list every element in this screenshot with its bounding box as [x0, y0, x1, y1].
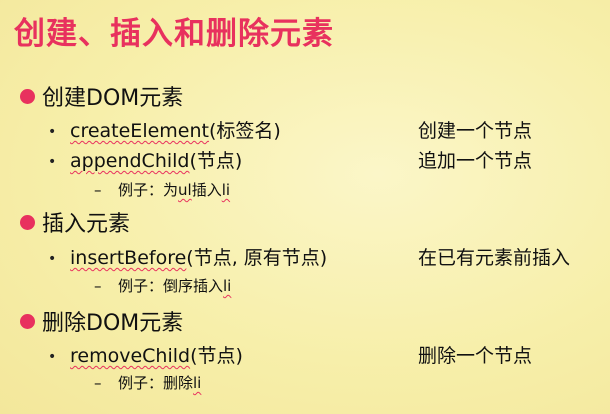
example-code-li: li — [193, 374, 202, 392]
method-description: 删除一个节点 — [418, 345, 533, 367]
section-heading-remove: 删除DOM元素 — [20, 305, 183, 337]
method-name: createElement — [70, 120, 209, 142]
example-text: 例子：倒序插入 — [118, 277, 224, 295]
example-dash: – — [94, 181, 102, 199]
example-dash: – — [94, 374, 102, 392]
example-code-li: li — [223, 277, 232, 295]
example-code-ul: ul — [178, 181, 192, 199]
section-heading-text: 创建DOM元素 — [42, 86, 184, 111]
section-heading-create: 创建DOM元素 — [20, 80, 183, 112]
section-heading-text: 插入元素 — [42, 212, 131, 237]
example-remove-li: – 例子：删除li — [94, 372, 201, 393]
method-args: (节点) — [189, 150, 243, 172]
example-text: 例子：删除 — [118, 374, 194, 392]
section-heading-text: 删除DOM元素 — [42, 311, 184, 336]
section-heading-insert: 插入元素 — [20, 206, 130, 238]
example-dash: – — [94, 277, 102, 295]
method-description: 在已有元素前插入 — [418, 247, 571, 269]
method-args: (标签名) — [208, 120, 281, 142]
example-reverse-insert: – 例子：倒序插入li — [94, 275, 231, 296]
bullet-icon: • — [48, 348, 57, 365]
bullet-dot-icon — [20, 88, 35, 104]
list-item-append-child: • appendChild(节点) 追加一个节点 — [48, 146, 600, 173]
slide: 创建、插入和删除元素 创建DOM元素 • createElement(标签名) 创… — [0, 0, 610, 414]
example-code-li: li — [221, 181, 231, 199]
list-item-insert-before: • insertBefore(节点, 原有节点) 在已有元素前插入 — [48, 243, 600, 270]
bullet-icon: • — [48, 250, 57, 267]
bullet-dot-icon — [20, 313, 35, 329]
method-args: (节点, 原有节点) — [186, 247, 328, 269]
bullet-icon: • — [48, 123, 57, 140]
list-item-remove-child: • removeChild(节点) 删除一个节点 — [48, 341, 600, 368]
method-name: appendChild — [70, 150, 190, 172]
method-description: 追加一个节点 — [418, 150, 533, 172]
slide-title: 创建、插入和删除元素 — [14, 16, 334, 52]
method-args: (节点) — [190, 345, 243, 367]
example-text: 例子：为 — [118, 181, 179, 199]
example-ul-li: – 例子：为ul插入li — [94, 179, 230, 200]
example-middle: 插入 — [191, 181, 222, 199]
method-name: removeChild — [70, 345, 191, 367]
method-name: insertBefore — [70, 247, 187, 269]
list-item-create-element: • createElement(标签名) 创建一个节点 — [48, 116, 600, 143]
bullet-dot-icon — [20, 214, 35, 230]
method-description: 创建一个节点 — [418, 120, 533, 142]
bullet-icon: • — [48, 153, 57, 170]
